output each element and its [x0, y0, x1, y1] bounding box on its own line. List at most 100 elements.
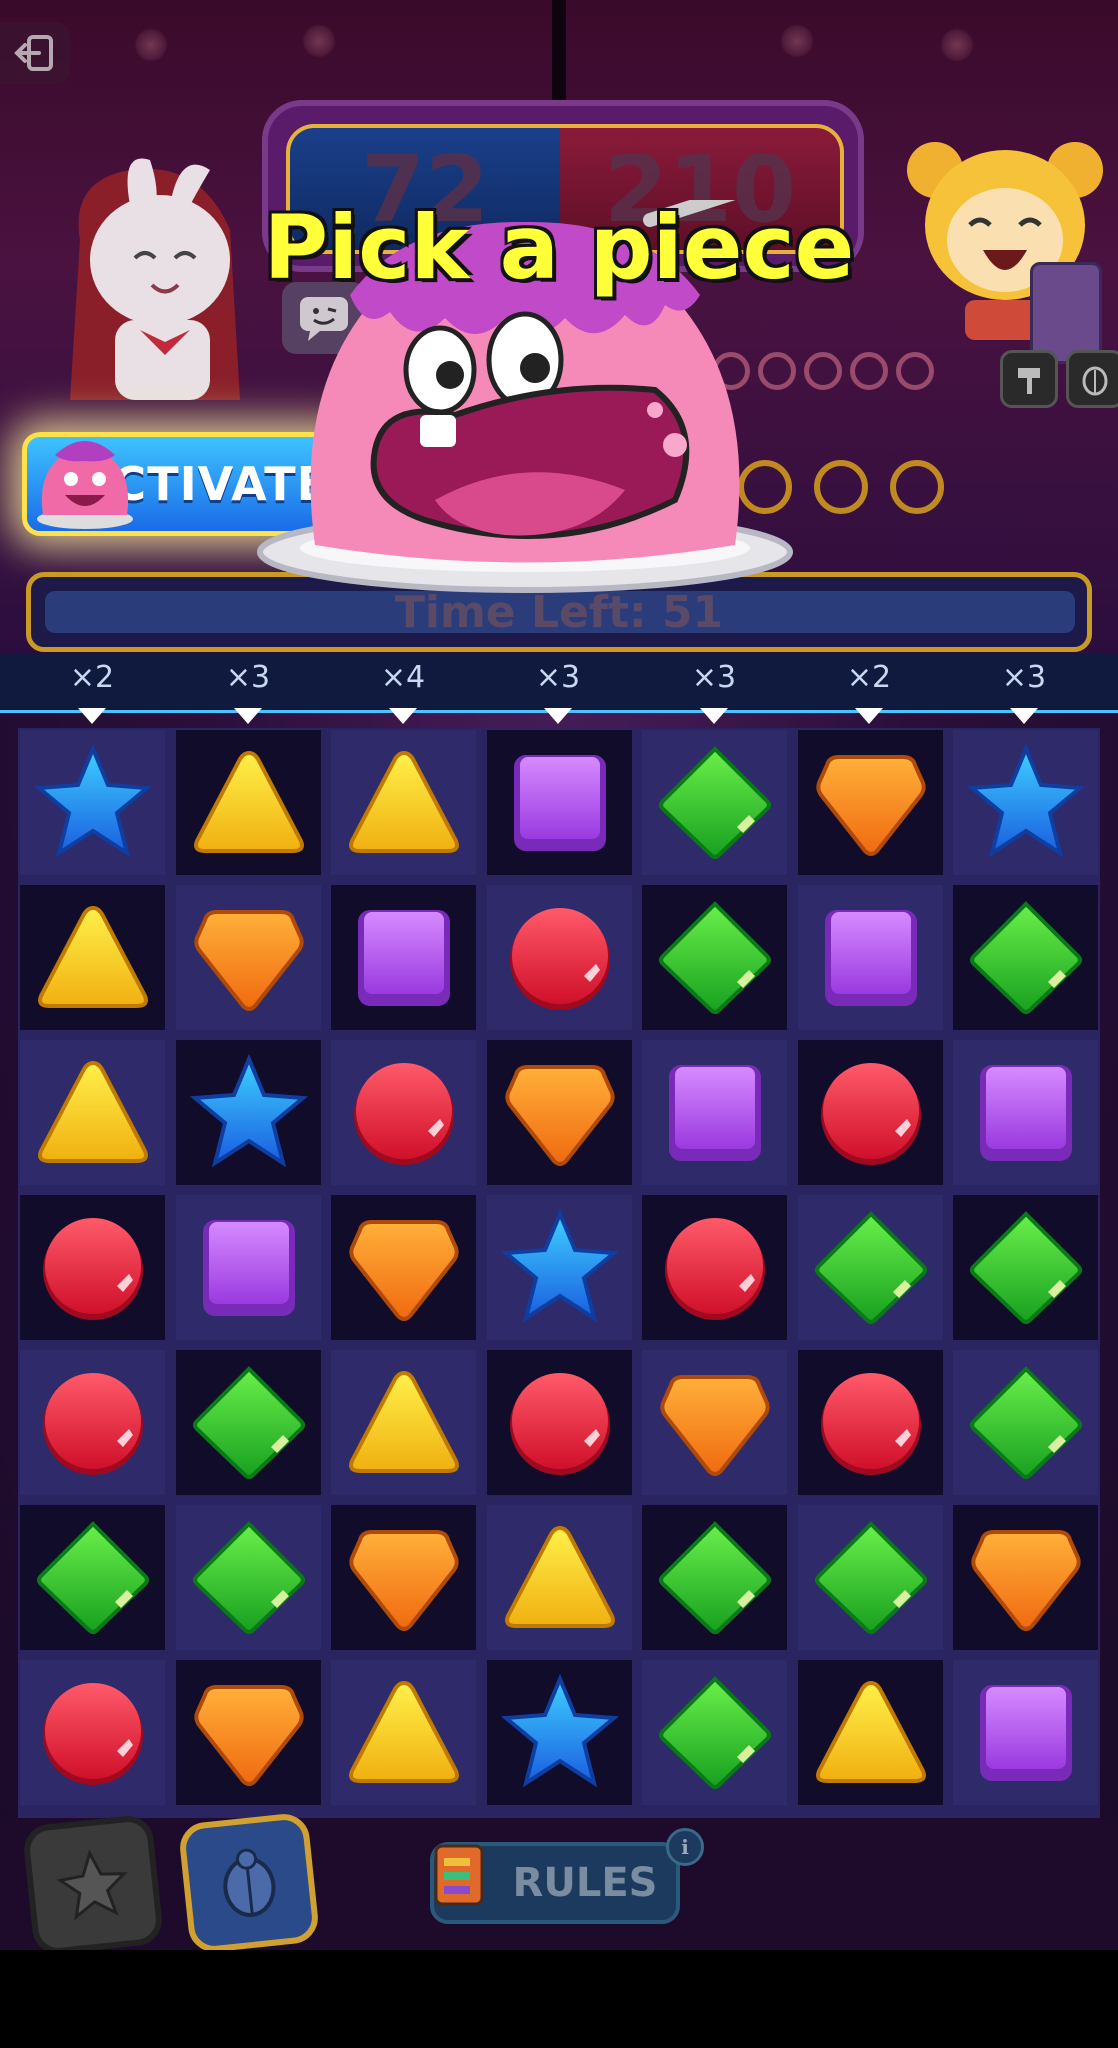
board-cell[interactable] — [487, 1505, 632, 1650]
board-cell[interactable] — [176, 1195, 321, 1340]
board-cell[interactable] — [20, 1350, 165, 1495]
board-cell[interactable] — [20, 1505, 165, 1650]
board-cell[interactable] — [176, 1505, 321, 1650]
board-cell[interactable] — [487, 730, 632, 875]
board-cell[interactable] — [331, 885, 476, 1030]
board-cell[interactable] — [20, 885, 165, 1030]
column-arrow[interactable] — [700, 708, 728, 724]
board-cell[interactable] — [331, 1195, 476, 1340]
green-diamond-gem-icon — [969, 1365, 1082, 1479]
blue-star-gem-icon — [500, 1673, 619, 1787]
board-cell[interactable] — [487, 1195, 632, 1340]
blue-star-gem-icon — [966, 743, 1085, 857]
board-cell[interactable] — [331, 1350, 476, 1495]
green-diamond-gem-icon — [658, 900, 771, 1014]
red-circle-gem-icon — [42, 1217, 143, 1320]
board-cell[interactable] — [953, 730, 1098, 875]
board-cell[interactable] — [953, 1505, 1098, 1650]
column-arrow[interactable] — [544, 708, 572, 724]
round-dot — [814, 460, 868, 514]
board-cell[interactable] — [798, 1505, 943, 1650]
orange-shield-gem-icon — [348, 1529, 459, 1631]
purple-square-gem-icon — [979, 1684, 1072, 1781]
board-cell[interactable] — [176, 1350, 321, 1495]
column-arrow[interactable] — [1010, 708, 1038, 724]
board-cell[interactable] — [487, 1350, 632, 1495]
board-cell[interactable] — [953, 885, 1098, 1030]
board-cell[interactable] — [176, 730, 321, 875]
column-multiplier: ×3 — [1001, 660, 1047, 695]
green-diamond-gem-icon — [969, 900, 1082, 1014]
board-cell[interactable] — [642, 1040, 787, 1185]
board-cell[interactable] — [642, 1660, 787, 1805]
beetle-icon — [1066, 350, 1118, 408]
beetle-icon — [223, 1848, 276, 1917]
board-cell[interactable] — [953, 1195, 1098, 1340]
info-button[interactable]: i — [666, 1828, 704, 1866]
column-arrow[interactable] — [234, 708, 262, 724]
board-cell[interactable] — [176, 885, 321, 1030]
star-tool-icon — [56, 1849, 128, 1921]
yellow-triangle-gem-icon — [37, 1060, 148, 1163]
board-cell[interactable] — [331, 1660, 476, 1805]
column-multiplier: ×4 — [380, 660, 426, 695]
board-cell[interactable] — [953, 1040, 1098, 1185]
board-cell[interactable] — [798, 1040, 943, 1185]
column-arrow[interactable] — [78, 708, 106, 724]
column-arrow[interactable] — [389, 708, 417, 724]
board-cell[interactable] — [798, 885, 943, 1030]
board-cell[interactable] — [331, 1505, 476, 1650]
star-tool-button[interactable] — [21, 1813, 165, 1950]
red-circle-gem-icon — [509, 907, 610, 1010]
yellow-triangle-gem-icon — [504, 1525, 615, 1628]
purple-square-gem-icon — [979, 1064, 1072, 1161]
board-cell[interactable] — [487, 1660, 632, 1805]
board-cell[interactable] — [642, 1350, 787, 1495]
yellow-triangle-gem-icon — [815, 1680, 926, 1783]
board-cell[interactable] — [642, 1505, 787, 1650]
beetle-tool-button[interactable] — [177, 1811, 321, 1950]
orange-shield-gem-icon — [193, 909, 304, 1011]
yellow-triangle-gem-icon — [348, 750, 459, 853]
board-cell[interactable] — [487, 1040, 632, 1185]
orange-shield-gem-icon — [504, 1064, 615, 1166]
board-cell[interactable] — [20, 1040, 165, 1185]
board-cell[interactable] — [176, 1660, 321, 1805]
board-cell[interactable] — [642, 1195, 787, 1340]
blue-star-gem-icon — [33, 743, 152, 857]
rules-button[interactable]: RULES — [430, 1842, 680, 1924]
board-cell[interactable] — [798, 1660, 943, 1805]
column-arrow[interactable] — [855, 708, 883, 724]
board-cell[interactable] — [20, 1195, 165, 1340]
purple-square-gem-icon — [824, 909, 917, 1006]
board-cell[interactable] — [953, 1660, 1098, 1805]
stage-light — [134, 28, 168, 62]
board-cell[interactable] — [798, 1350, 943, 1495]
board-cell[interactable] — [953, 1350, 1098, 1495]
green-diamond-gem-icon — [814, 1210, 927, 1324]
board-cell[interactable] — [331, 730, 476, 875]
exit-button[interactable] — [0, 22, 70, 84]
board-cell[interactable] — [487, 885, 632, 1030]
board-cell[interactable] — [331, 1040, 476, 1185]
board-cell[interactable] — [176, 1040, 321, 1185]
round-dot — [850, 352, 888, 390]
board-cell[interactable] — [20, 1660, 165, 1805]
board-cell[interactable] — [798, 730, 943, 875]
stage-light — [302, 24, 336, 58]
red-circle-gem-icon — [509, 1372, 610, 1475]
board-cell[interactable] — [20, 730, 165, 875]
board-cell[interactable] — [798, 1195, 943, 1340]
red-circle-gem-icon — [820, 1372, 921, 1475]
blue-star-gem-icon — [189, 1053, 308, 1167]
orange-shield-gem-icon — [970, 1529, 1081, 1631]
green-diamond-gem-icon — [192, 1520, 305, 1634]
board-cell[interactable] — [642, 730, 787, 875]
board-cell[interactable] — [642, 885, 787, 1030]
column-multiplier: ×3 — [691, 660, 737, 695]
column-multiplier: ×2 — [69, 660, 115, 695]
page-title: Pick a piece — [263, 196, 855, 299]
orange-shield-gem-icon — [815, 754, 926, 856]
book-icon — [434, 1844, 484, 1906]
red-circle-gem-icon — [42, 1372, 143, 1475]
